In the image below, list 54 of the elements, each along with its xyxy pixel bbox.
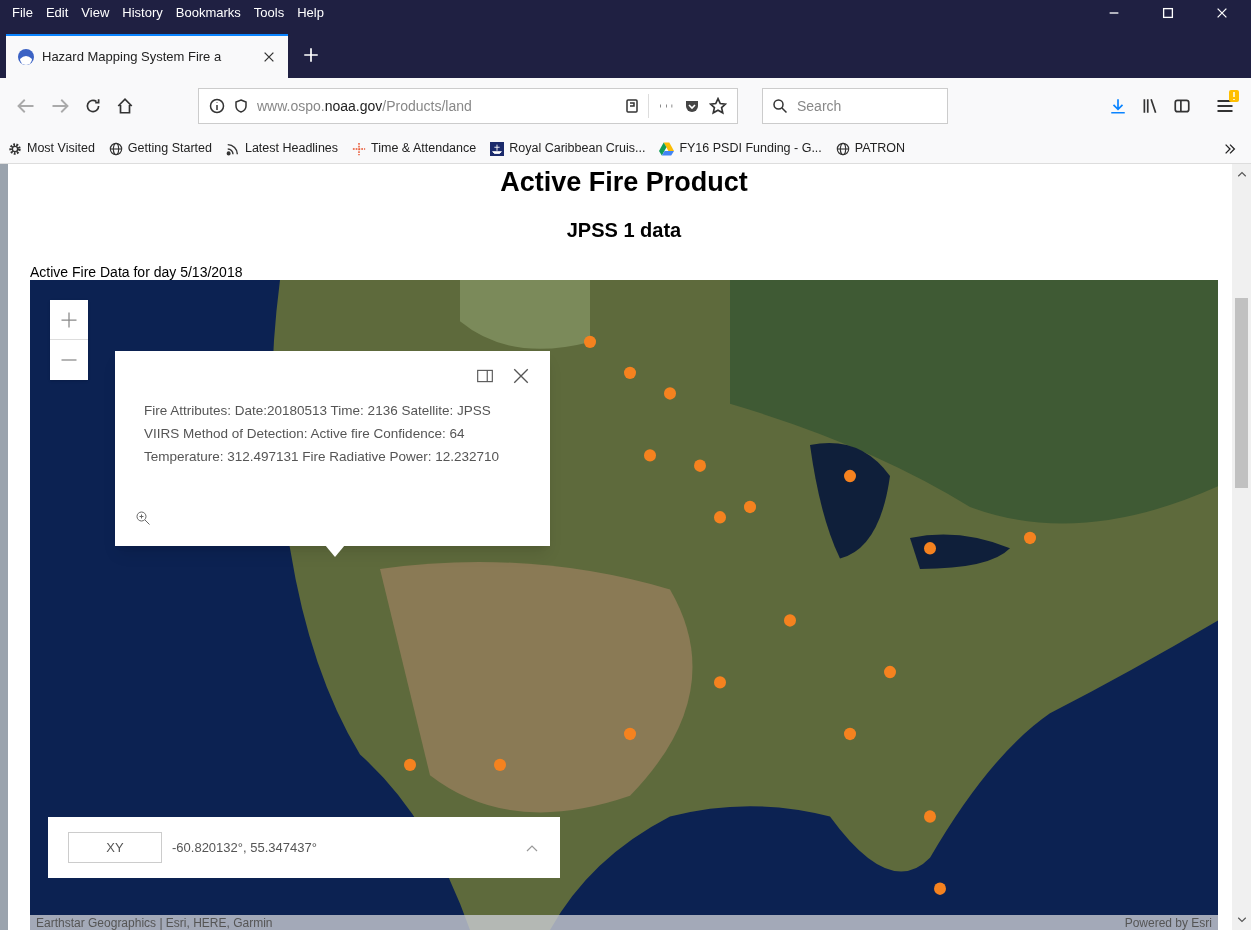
map-caption: Active Fire Data for day 5/13/2018 <box>30 264 244 280</box>
page-subtitle: JPSS 1 data <box>565 218 683 242</box>
search-field[interactable]: Search <box>762 88 948 124</box>
close-icon[interactable] <box>512 367 530 385</box>
scrollbar-thumb[interactable] <box>1235 298 1248 488</box>
drive-icon <box>659 141 675 156</box>
pocket-icon[interactable] <box>683 98 701 114</box>
bookmark-item[interactable]: Royal Caribbean Cruis... <box>490 139 646 158</box>
globe-icon <box>108 141 123 156</box>
gear-icon <box>8 141 22 156</box>
bookmark-item[interactable]: PATRON <box>835 139 906 158</box>
xy-button[interactable]: XY <box>68 832 162 863</box>
coordinates-text: -60.820132°, 55.347437° <box>172 838 317 857</box>
menu-item[interactable]: File <box>12 3 33 23</box>
cross-icon <box>352 141 367 156</box>
dock-icon[interactable] <box>476 367 494 385</box>
maximize-icon[interactable] <box>1161 6 1175 20</box>
zoom-to-icon[interactable] <box>135 510 151 526</box>
reload-icon[interactable] <box>84 97 102 115</box>
tab-title: Hazard Mapping System Fire a <box>42 48 222 67</box>
info-icon[interactable] <box>209 98 225 114</box>
home-icon[interactable] <box>116 97 134 115</box>
shield-icon[interactable] <box>233 98 249 114</box>
alert-badge-icon <box>1229 90 1239 102</box>
search-icon[interactable] <box>772 98 788 114</box>
menu-item[interactable]: View <box>81 3 110 23</box>
new-tab-icon[interactable] <box>302 46 320 64</box>
sidebar-icon[interactable] <box>1173 97 1191 115</box>
globe-icon <box>835 141 850 156</box>
download-icon[interactable] <box>1109 97 1127 115</box>
attribution-text: Earthstar Geographics | Esri, HERE, Garmin <box>36 915 273 930</box>
bookmark-item[interactable]: Most Visited <box>8 139 95 158</box>
ship-icon <box>490 141 505 156</box>
address-bar[interactable]: www.ospo.noaa.gov/Products/land <box>198 88 738 124</box>
star-icon[interactable] <box>709 97 727 115</box>
bookmark-item[interactable]: Time & Attendance <box>352 139 477 158</box>
menu-item[interactable]: History <box>122 3 163 23</box>
browser-tab[interactable]: Hazard Mapping System Fire a <box>6 34 288 78</box>
bookmark-item[interactable]: Latest Headlines <box>225 139 339 158</box>
url-text: www.ospo.noaa.gov/Products/land <box>257 96 472 116</box>
menu-item[interactable]: Tools <box>253 3 285 23</box>
reader-view-icon[interactable] <box>624 98 640 114</box>
bookmark-item[interactable]: Getting Started <box>108 139 212 158</box>
chevron-icon[interactable] <box>1223 141 1237 156</box>
noaa-logo-icon <box>18 49 34 65</box>
feed-icon <box>225 141 240 156</box>
library-icon[interactable] <box>1141 97 1159 115</box>
bookmark-item[interactable]: FY16 PSDI Funding - G... <box>659 139 822 158</box>
menu-item[interactable]: Bookmarks <box>175 3 241 23</box>
menu-item[interactable]: Edit <box>45 3 69 23</box>
menu-item[interactable]: Help <box>297 3 324 23</box>
popup-text: Fire Attributes: Date:20180513 Time: 2136 Satellite: JPSS VIIRS Method of Detection: Active fire Confidence: 64 Temperature: 312.497131 Fire Radiative Power: 12.232710 <box>144 402 500 466</box>
close-icon[interactable] <box>262 50 276 64</box>
page-title: Active Fire Product <box>499 166 749 198</box>
